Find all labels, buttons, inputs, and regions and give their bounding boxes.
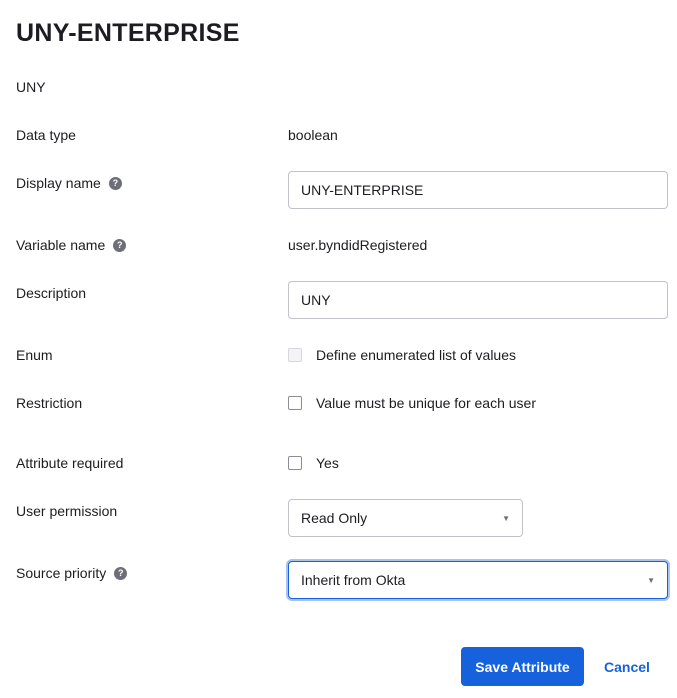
user-permission-label-text: User permission (16, 503, 118, 519)
user-permission-select[interactable]: Read Only ▼ (288, 499, 523, 537)
restriction-option-label: Value must be unique for each user (316, 395, 536, 411)
unique-value-checkbox[interactable] (288, 396, 302, 410)
cancel-button[interactable]: Cancel (604, 647, 650, 686)
description-label-text: Description (16, 285, 87, 301)
variable-name-label-text: Variable name (16, 237, 106, 253)
data-type-value: boolean (288, 127, 338, 143)
enum-option-label: Define enumerated list of values (316, 347, 516, 363)
attribute-required-checkbox[interactable] (288, 456, 302, 470)
source-priority-label: Source priority ? (16, 565, 128, 581)
attribute-required-option-label: Yes (316, 455, 339, 471)
enum-option: Define enumerated list of values (288, 347, 516, 363)
caret-down-icon: ▼ (502, 513, 510, 523)
source-priority-selected: Inherit from Okta (301, 572, 406, 588)
variable-name-label: Variable name ? (16, 237, 127, 253)
help-icon[interactable]: ? (113, 238, 127, 252)
display-name-label-text: Display name (16, 175, 101, 191)
source-priority-select[interactable]: Inherit from Okta ▼ (288, 561, 668, 599)
display-name-input[interactable] (288, 171, 668, 209)
help-icon[interactable]: ? (108, 176, 122, 190)
user-permission-label: User permission (16, 503, 117, 519)
variable-name-value: user.byndidRegistered (288, 237, 428, 253)
help-icon[interactable]: ? (114, 566, 128, 580)
enum-label: Enum (16, 347, 53, 363)
caret-down-icon: ▼ (647, 575, 655, 585)
attribute-required-label: Attribute required (16, 455, 123, 471)
restriction-option: Value must be unique for each user (288, 395, 536, 411)
save-attribute-button[interactable]: Save Attribute (461, 647, 584, 686)
data-type-label: Data type (16, 127, 76, 143)
description-input[interactable] (288, 281, 668, 319)
attribute-subtitle: UNY (16, 79, 46, 95)
page-title: UNY-ENTERPRISE (16, 19, 240, 47)
description-label: Description (16, 285, 86, 301)
enum-checkbox[interactable] (288, 348, 302, 362)
user-permission-selected: Read Only (301, 510, 368, 526)
restriction-label: Restriction (16, 395, 82, 411)
data-type-label-text: Data type (16, 127, 76, 143)
restriction-label-text: Restriction (16, 395, 83, 411)
display-name-label: Display name ? (16, 175, 122, 191)
attribute-required-label-text: Attribute required (16, 455, 124, 471)
attribute-required-option: Yes (288, 455, 339, 471)
source-priority-label-text: Source priority (16, 565, 107, 581)
enum-label-text: Enum (16, 347, 53, 363)
